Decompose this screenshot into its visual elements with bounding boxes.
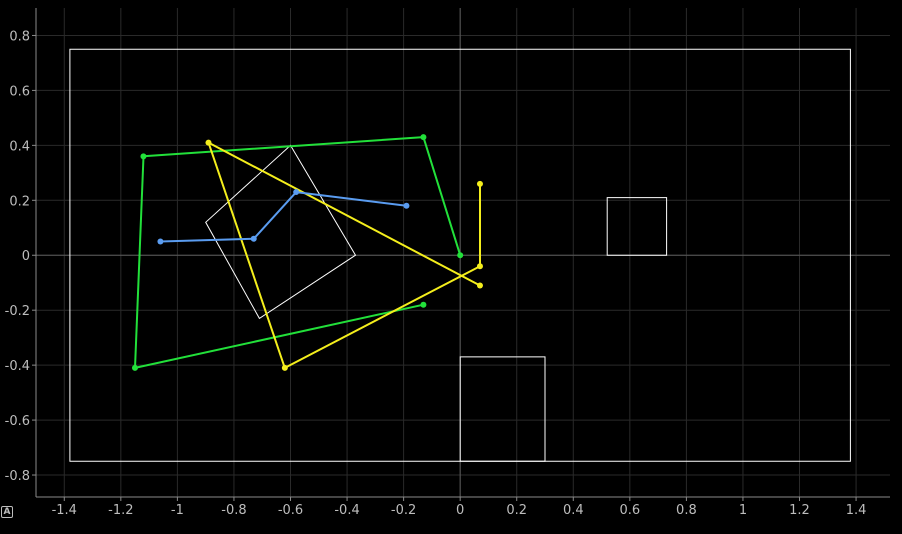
x-tick-label: 1.2 xyxy=(789,503,810,518)
grid-lines xyxy=(36,8,890,497)
axes xyxy=(35,8,890,498)
tick-labels: -1.4 -1.2 -1 -0.8 -0.6 -0.4 -0.2 0 0.2 0.4 0.6 0.8 1… xyxy=(5,29,867,518)
x-tick-label: 0 xyxy=(456,503,464,518)
series-point-3 xyxy=(157,238,164,245)
y-tick-label: 0 xyxy=(22,249,30,264)
series-point-3 xyxy=(293,189,300,196)
x-tick-label: -1.2 xyxy=(108,503,133,518)
series-point-1 xyxy=(131,364,138,371)
y-tick-label: 0.6 xyxy=(9,84,30,99)
y-tick-label: 0.2 xyxy=(9,194,30,209)
y-tick-label: -0.2 xyxy=(5,304,30,319)
series-point-2 xyxy=(476,180,483,187)
outline-shape-3 xyxy=(459,356,546,462)
x-tick-label: 1.4 xyxy=(846,503,867,518)
series-line-3 xyxy=(160,191,407,243)
x-tick-label: 0.8 xyxy=(676,503,697,518)
x-tick-label: -0.4 xyxy=(334,503,359,518)
x-tick-label: -0.6 xyxy=(278,503,303,518)
y-tick-label: -0.6 xyxy=(5,414,30,429)
series-point-2 xyxy=(205,139,212,146)
outline-shape-2 xyxy=(606,197,668,256)
x-tick-label: 1 xyxy=(739,503,747,518)
series-point-3 xyxy=(250,235,257,242)
series-point-3 xyxy=(403,202,410,209)
series-line-1 xyxy=(134,136,462,369)
corner-badge[interactable]: A xyxy=(1,506,13,518)
series-point-2 xyxy=(476,282,483,289)
y-tick-label: -0.4 xyxy=(5,359,30,374)
x-tick-label: 0.4 xyxy=(563,503,584,518)
x-tick-label: -1 xyxy=(171,503,184,518)
series-point-1 xyxy=(140,153,147,160)
series-point-2 xyxy=(476,263,483,270)
x-tick-label: -1.4 xyxy=(52,503,77,518)
data-series xyxy=(131,134,483,371)
x-tick-label: -0.2 xyxy=(391,503,416,518)
y-tick-label: 0.4 xyxy=(9,139,30,154)
series-point-2 xyxy=(281,364,288,371)
series-point-1 xyxy=(457,252,464,259)
y-tick-label: -0.8 xyxy=(5,469,30,484)
x-tick-label: -0.8 xyxy=(221,503,246,518)
x-tick-label: 0.2 xyxy=(506,503,527,518)
x-tick-label: 0.6 xyxy=(619,503,640,518)
outline-shape-4 xyxy=(205,144,357,320)
series-point-1 xyxy=(420,134,427,141)
series-point-1 xyxy=(420,301,427,308)
y-tick-label: 0.8 xyxy=(9,29,30,44)
chart-plot: -1.4 -1.2 -1 -0.8 -0.6 -0.4 -0.2 0 0.2 0.4 0.6 0.8 1… xyxy=(5,8,890,518)
